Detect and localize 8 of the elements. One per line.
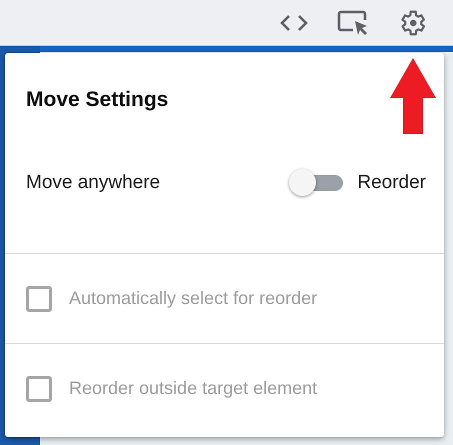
toggle-label: Reorder: [357, 172, 426, 194]
checkbox-label: Reorder outside target element: [69, 378, 318, 399]
toggle-label: Move anywhere: [26, 172, 160, 194]
code-icon[interactable]: [279, 12, 309, 32]
panel-title: Move Settings: [26, 87, 168, 113]
checkbox-label: Automatically select for reorder: [69, 288, 318, 309]
toggle-switch[interactable]: [289, 168, 344, 198]
select-element-icon[interactable]: [337, 10, 369, 36]
